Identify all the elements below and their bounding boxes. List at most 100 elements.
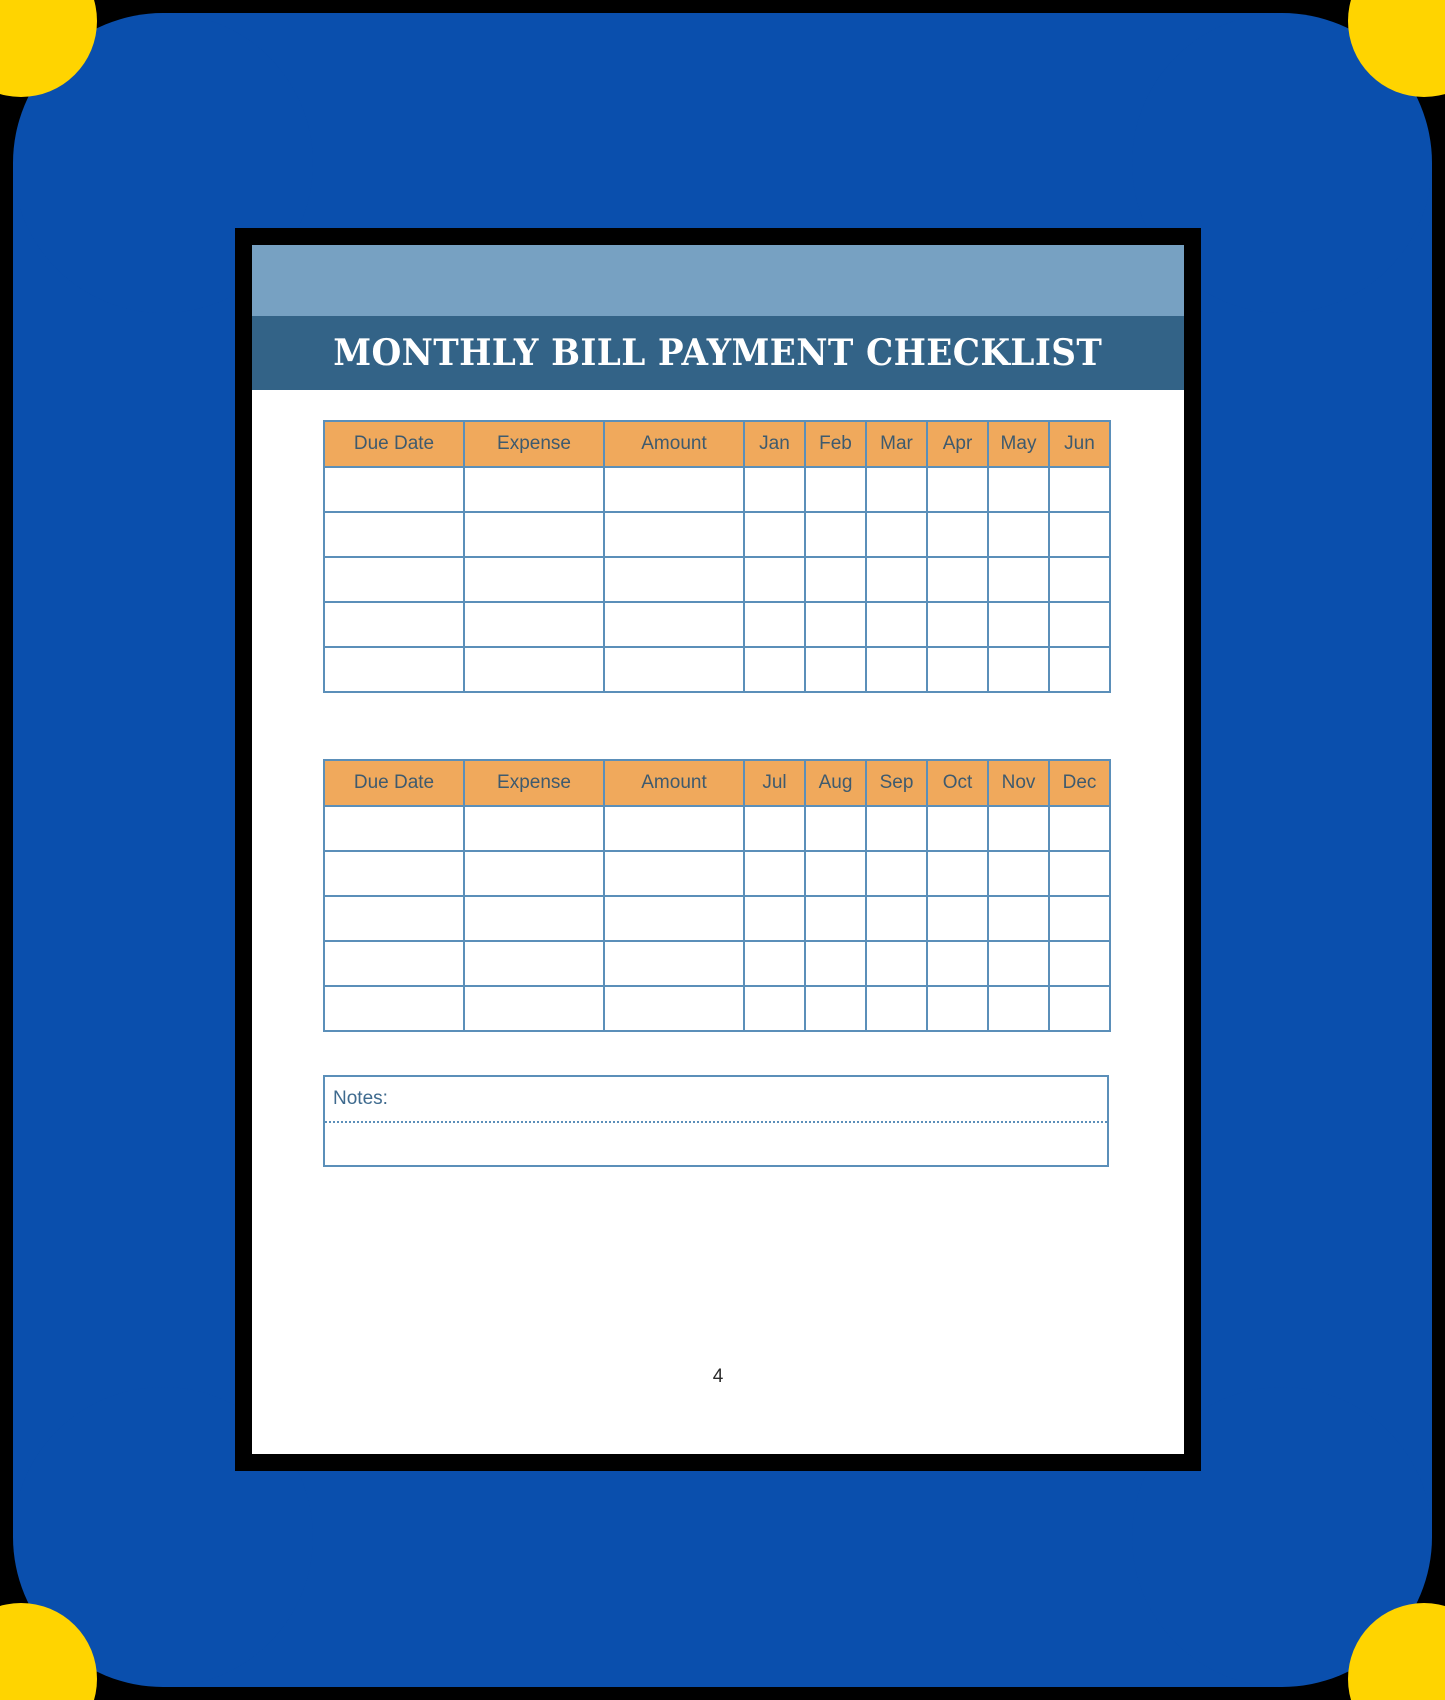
cell-expense[interactable] — [463, 985, 605, 1032]
column-header-nov: Nov — [987, 759, 1050, 807]
cell-nov[interactable] — [987, 895, 1050, 942]
cell-jun[interactable] — [1048, 601, 1111, 648]
cell-jul[interactable] — [743, 850, 806, 897]
cell-nov[interactable] — [987, 985, 1050, 1032]
cell-amount[interactable] — [603, 895, 745, 942]
cell-amount[interactable] — [603, 556, 745, 603]
cell-jun[interactable] — [1048, 646, 1111, 693]
cell-mar[interactable] — [865, 466, 928, 513]
cell-expense[interactable] — [463, 601, 605, 648]
cell-aug[interactable] — [804, 805, 867, 852]
cell-amount[interactable] — [603, 511, 745, 558]
cell-feb[interactable] — [804, 556, 867, 603]
cell-jan[interactable] — [743, 556, 806, 603]
cell-dec[interactable] — [1048, 805, 1111, 852]
cell-expense[interactable] — [463, 646, 605, 693]
notes-input-area[interactable] — [325, 1123, 1107, 1165]
cell-mar[interactable] — [865, 646, 928, 693]
cell-due-date[interactable] — [323, 646, 465, 693]
cell-expense[interactable] — [463, 805, 605, 852]
cell-nov[interactable] — [987, 850, 1050, 897]
cell-dec[interactable] — [1048, 895, 1111, 942]
cell-sep[interactable] — [865, 940, 928, 987]
cell-due-date[interactable] — [323, 511, 465, 558]
cell-jun[interactable] — [1048, 556, 1111, 603]
cell-jul[interactable] — [743, 805, 806, 852]
cell-may[interactable] — [987, 556, 1050, 603]
cell-feb[interactable] — [804, 601, 867, 648]
cell-due-date[interactable] — [323, 601, 465, 648]
cell-aug[interactable] — [804, 940, 867, 987]
cell-aug[interactable] — [804, 985, 867, 1032]
cell-apr[interactable] — [926, 556, 989, 603]
cell-jul[interactable] — [743, 940, 806, 987]
cell-dec[interactable] — [1048, 940, 1111, 987]
cell-apr[interactable] — [926, 511, 989, 558]
cell-expense[interactable] — [463, 511, 605, 558]
cell-jun[interactable] — [1048, 511, 1111, 558]
table-row — [323, 895, 1111, 942]
cell-amount[interactable] — [603, 466, 745, 513]
cell-expense[interactable] — [463, 940, 605, 987]
cell-due-date[interactable] — [323, 985, 465, 1032]
cell-expense[interactable] — [463, 895, 605, 942]
cell-feb[interactable] — [804, 466, 867, 513]
cell-due-date[interactable] — [323, 850, 465, 897]
cell-amount[interactable] — [603, 940, 745, 987]
cell-apr[interactable] — [926, 646, 989, 693]
cell-oct[interactable] — [926, 895, 989, 942]
cell-feb[interactable] — [804, 511, 867, 558]
cell-apr[interactable] — [926, 466, 989, 513]
cell-dec[interactable] — [1048, 985, 1111, 1032]
cell-oct[interactable] — [926, 940, 989, 987]
cell-oct[interactable] — [926, 850, 989, 897]
cell-dec[interactable] — [1048, 850, 1111, 897]
cell-jan[interactable] — [743, 466, 806, 513]
cell-aug[interactable] — [804, 895, 867, 942]
cell-may[interactable] — [987, 646, 1050, 693]
cell-amount[interactable] — [603, 601, 745, 648]
column-header-expense: Expense — [463, 759, 605, 807]
cell-mar[interactable] — [865, 511, 928, 558]
cell-amount[interactable] — [603, 985, 745, 1032]
cell-amount[interactable] — [603, 850, 745, 897]
cell-may[interactable] — [987, 511, 1050, 558]
cell-expense[interactable] — [463, 466, 605, 513]
cell-due-date[interactable] — [323, 895, 465, 942]
notes-header-line: Notes: — [325, 1077, 1107, 1123]
cell-sep[interactable] — [865, 985, 928, 1032]
cell-sep[interactable] — [865, 850, 928, 897]
cell-due-date[interactable] — [323, 940, 465, 987]
cell-feb[interactable] — [804, 646, 867, 693]
cell-due-date[interactable] — [323, 466, 465, 513]
notes-box[interactable]: Notes: — [323, 1075, 1109, 1167]
cell-jan[interactable] — [743, 646, 806, 693]
page-title: MONTHLY BILL PAYMENT CHECKLIST — [333, 332, 1103, 374]
cell-sep[interactable] — [865, 895, 928, 942]
cell-nov[interactable] — [987, 940, 1050, 987]
cell-amount[interactable] — [603, 805, 745, 852]
cell-may[interactable] — [987, 601, 1050, 648]
cell-aug[interactable] — [804, 850, 867, 897]
cell-amount[interactable] — [603, 646, 745, 693]
cell-apr[interactable] — [926, 601, 989, 648]
cell-sep[interactable] — [865, 805, 928, 852]
cell-oct[interactable] — [926, 985, 989, 1032]
cell-mar[interactable] — [865, 556, 928, 603]
cell-nov[interactable] — [987, 805, 1050, 852]
cell-expense[interactable] — [463, 556, 605, 603]
cell-jul[interactable] — [743, 895, 806, 942]
cell-expense[interactable] — [463, 850, 605, 897]
cell-may[interactable] — [987, 466, 1050, 513]
cell-jun[interactable] — [1048, 466, 1111, 513]
cell-jan[interactable] — [743, 511, 806, 558]
cell-mar[interactable] — [865, 601, 928, 648]
cell-due-date[interactable] — [323, 805, 465, 852]
column-header-apr: Apr — [926, 420, 989, 468]
cell-jul[interactable] — [743, 985, 806, 1032]
cell-due-date[interactable] — [323, 556, 465, 603]
cell-oct[interactable] — [926, 805, 989, 852]
table-row — [323, 646, 1111, 693]
cell-jan[interactable] — [743, 601, 806, 648]
header-accent-band — [252, 245, 1184, 316]
